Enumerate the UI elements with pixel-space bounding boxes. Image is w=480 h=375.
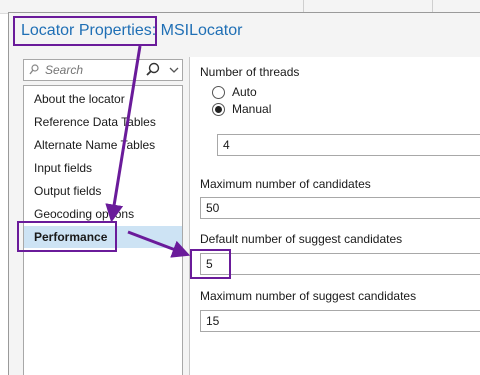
locator-properties-dialog: Locator Properties: MSILocator About the… [8, 12, 480, 375]
search-hint-icon [29, 64, 39, 76]
performance-settings-pane: Number of threads Auto Manual Maximum nu… [189, 57, 480, 375]
title-highlight-box [13, 16, 157, 46]
default-suggest-field[interactable] [200, 253, 480, 275]
nav-item-input-fields[interactable]: Input fields [24, 157, 182, 179]
nav-item-alternate-name-tables[interactable]: Alternate Name Tables [24, 134, 182, 156]
nav-item-about-the-locator[interactable]: About the locator [24, 88, 182, 110]
max-candidates-field[interactable] [200, 197, 480, 219]
threads-count-field[interactable] [217, 134, 480, 156]
chevron-down-icon[interactable] [166, 60, 182, 80]
performance-highlight-box [17, 221, 117, 252]
manual-radio-label: Manual [232, 102, 272, 116]
value-highlight-box [190, 249, 231, 279]
default-suggest-label: Default number of suggest candidates [200, 232, 403, 246]
manual-radio[interactable] [212, 103, 225, 116]
nav-item-reference-data-tables[interactable]: Reference Data Tables [24, 111, 182, 133]
auto-radio-label: Auto [232, 85, 257, 99]
nav-item-output-fields[interactable]: Output fields [24, 180, 182, 202]
search-box [23, 59, 183, 81]
threads-label: Number of threads [200, 65, 300, 79]
max-suggest-field[interactable] [200, 310, 480, 332]
auto-radio[interactable] [212, 86, 225, 99]
search-input[interactable] [45, 62, 140, 78]
search-icon[interactable] [142, 60, 164, 80]
max-suggest-label: Maximum number of suggest candidates [200, 289, 417, 303]
max-candidates-label: Maximum number of candidates [200, 177, 371, 191]
